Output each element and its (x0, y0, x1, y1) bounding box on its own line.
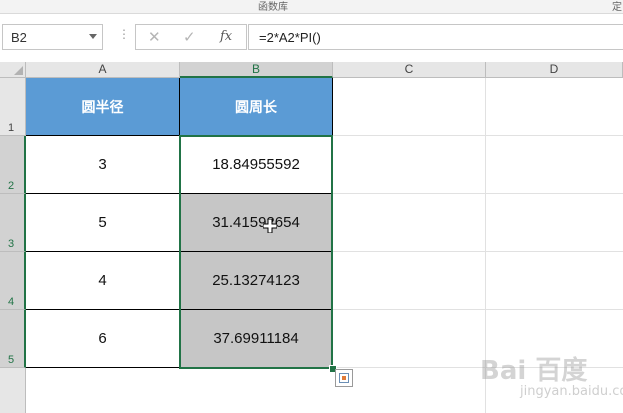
ribbon-strip: 函数库 定 (0, 0, 623, 14)
select-all-corner[interactable] (0, 62, 26, 78)
row-header-1[interactable]: 1 (0, 78, 26, 136)
confirm-icon[interactable]: ✓ (183, 28, 196, 46)
row-header-5[interactable]: 5 (0, 310, 26, 368)
worksheet-grid[interactable]: A B C D 1 2 3 4 5 圆半径 圆周长 3 18.84955592 … (0, 62, 623, 413)
formula-bar: B2 ⋮ ✕ ✓ fx =2*A2*PI() (0, 14, 623, 62)
ribbon-corner-label[interactable]: 定 (612, 0, 622, 13)
row-header-4[interactable]: 4 (0, 252, 26, 310)
cell-a1-header[interactable]: 圆半径 (26, 78, 180, 136)
cell-b1-header[interactable]: 圆周长 (180, 78, 333, 136)
quick-analysis-icon (339, 373, 349, 383)
row-header-2[interactable]: 2 (0, 136, 26, 194)
row-header-6[interactable] (0, 368, 26, 413)
cell-a2[interactable]: 3 (26, 136, 180, 194)
formula-buttons: ✕ ✓ fx (135, 24, 247, 50)
column-header-c[interactable]: C (333, 62, 486, 78)
chevron-down-icon[interactable] (89, 34, 97, 39)
cross-cursor-icon (263, 219, 277, 233)
cell-a4[interactable]: 4 (26, 252, 180, 310)
formula-text: =2*A2*PI() (259, 30, 321, 45)
row-number: 1 (8, 122, 15, 134)
row-number: 3 (8, 238, 15, 250)
cell-b2[interactable]: 18.84955592 (180, 136, 333, 194)
column-header-b[interactable]: B (180, 62, 333, 78)
cell-b3[interactable]: 31.41592654 (180, 194, 333, 252)
gridline (333, 135, 623, 136)
watermark-logo: Bai 百度 (480, 356, 588, 386)
drag-handle-icon[interactable]: ⋮ (118, 28, 130, 40)
ribbon-group-label: 函数库 (258, 2, 288, 13)
insert-function-icon[interactable]: fx (220, 29, 232, 44)
column-header-d[interactable]: D (486, 62, 623, 78)
cancel-icon[interactable]: ✕ (148, 28, 161, 46)
cell-b4[interactable]: 25.13274123 (180, 252, 333, 310)
quick-analysis-button[interactable] (335, 369, 353, 387)
select-all-icon (14, 66, 23, 75)
column-header-a[interactable]: A (26, 62, 180, 78)
row-number: 5 (8, 354, 15, 366)
cell-a3[interactable]: 5 (26, 194, 180, 252)
gridline (333, 309, 623, 310)
name-box-value: B2 (11, 30, 27, 45)
row-number: 2 (8, 180, 15, 192)
row-number: 4 (8, 296, 15, 308)
name-box[interactable]: B2 (2, 24, 103, 50)
gridline (333, 193, 623, 194)
gridline (333, 251, 623, 252)
watermark-url: jingyan.baidu.com (520, 384, 623, 399)
row-header-3[interactable]: 3 (0, 194, 26, 252)
cell-b5[interactable]: 37.69911184 (180, 310, 333, 368)
formula-input[interactable]: =2*A2*PI() (248, 24, 623, 50)
cell-a5[interactable]: 6 (26, 310, 180, 368)
